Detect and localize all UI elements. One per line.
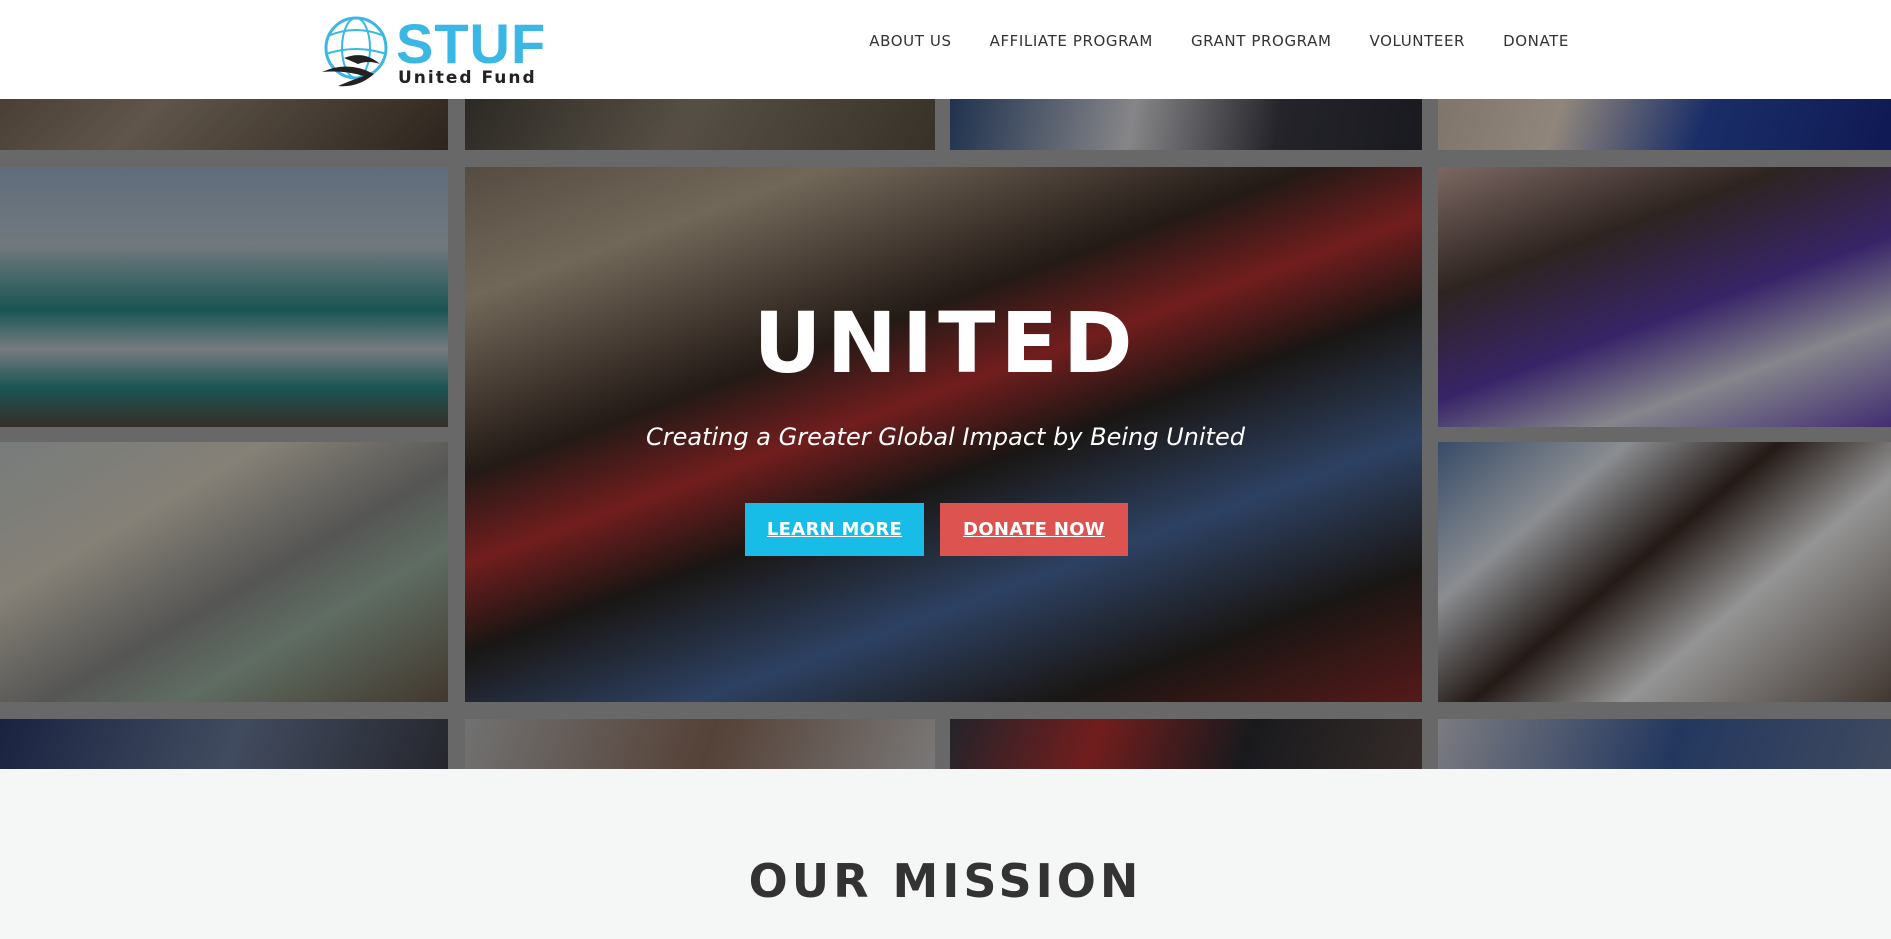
nav-item-volunteer[interactable]: VOLUNTEER (1351, 30, 1485, 52)
hero-section: UNITED Creating a Greater Global Impact … (0, 99, 1891, 769)
logo-subtitle: United Fund (398, 68, 537, 88)
nav-item-donate[interactable]: DONATE (1484, 30, 1569, 52)
hero-content: UNITED Creating a Greater Global Impact … (0, 99, 1891, 769)
mission-section: OUR MISSION (0, 769, 1891, 939)
globe-icon (322, 16, 388, 87)
nav-item-affiliate-program[interactable]: AFFILIATE PROGRAM (971, 30, 1172, 52)
hero-subtitle: Creating a Greater Global Impact by Bein… (646, 423, 1245, 451)
site-header: STUF United Fund ABOUT US AFFILIATE PROG… (0, 0, 1891, 99)
nav-item-about-us[interactable]: ABOUT US (850, 30, 970, 52)
hero-title: UNITED (753, 294, 1138, 392)
logo-wordmark: STUF (396, 12, 547, 75)
site-logo[interactable]: STUF United Fund (318, 14, 545, 94)
main-nav: ABOUT US AFFILIATE PROGRAM GRANT PROGRAM… (850, 30, 1569, 52)
donate-now-button[interactable]: DONATE NOW (940, 503, 1128, 556)
learn-more-button[interactable]: LEARN MORE (745, 503, 924, 556)
mission-title: OUR MISSION (748, 854, 1143, 908)
nav-item-grant-program[interactable]: GRANT PROGRAM (1172, 30, 1351, 52)
